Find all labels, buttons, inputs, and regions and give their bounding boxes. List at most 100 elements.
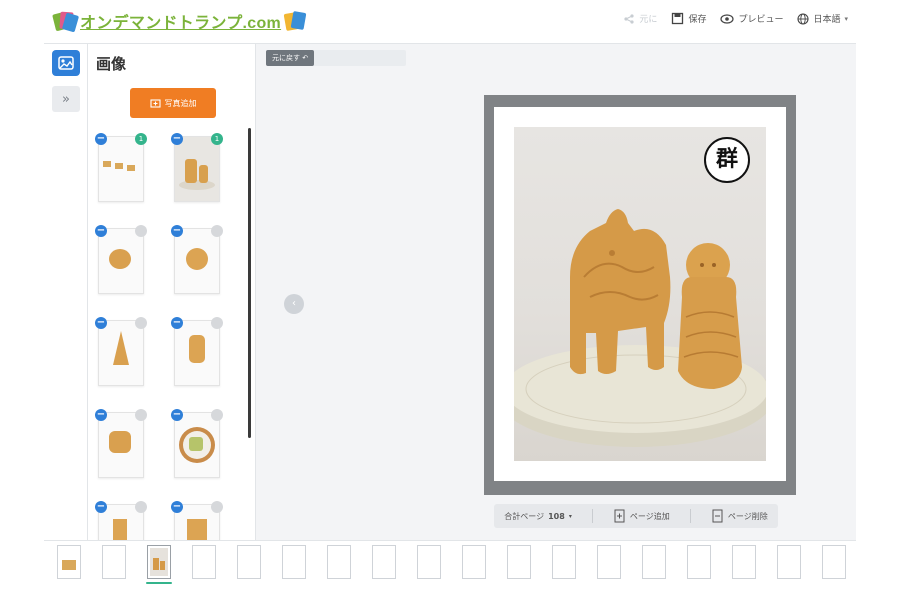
image-thumbnail[interactable]: − 1 — [95, 133, 147, 202]
previous-page-button[interactable]: ‹ — [284, 294, 304, 314]
usage-count-badge: 0 — [135, 317, 147, 329]
image-icon — [58, 56, 74, 70]
sweets-thumbnail-icon — [109, 249, 131, 269]
filmstrip-page[interactable] — [506, 545, 532, 597]
page-thumbnail — [507, 545, 531, 579]
filmstrip-page[interactable] — [461, 545, 487, 597]
filmstrip-page[interactable] — [686, 545, 712, 597]
usage-count-badge: 0 — [211, 225, 223, 237]
filmstrip-page[interactable] — [101, 545, 127, 597]
remove-image-icon[interactable]: − — [95, 501, 107, 513]
card-preview-icon — [150, 548, 168, 576]
filmstrip-page[interactable] — [326, 545, 352, 597]
remove-image-icon[interactable]: − — [95, 317, 107, 329]
image-thumbnail[interactable]: − 0 — [95, 501, 147, 540]
delete-page-button[interactable]: ページ削除 — [712, 509, 768, 523]
image-thumbnail[interactable]: − 0 — [171, 317, 223, 386]
page-thumbnail — [372, 545, 396, 579]
remove-image-icon[interactable]: − — [171, 133, 183, 145]
undo-button[interactable]: 元に戻す ↶ — [266, 50, 315, 66]
usage-count-badge: 1 — [211, 133, 223, 145]
edit-history-bar: 元に戻す ↶ — [266, 50, 406, 66]
save-button[interactable]: 保存 — [671, 12, 706, 25]
remove-image-icon[interactable]: − — [95, 133, 107, 145]
remove-image-icon[interactable]: − — [171, 225, 183, 237]
expand-panel-button[interactable]: » — [52, 86, 80, 112]
page-count-value: 108 — [548, 511, 565, 521]
image-thumbnail[interactable]: − 0 — [95, 317, 147, 386]
usage-count-badge: 0 — [135, 225, 147, 237]
filmstrip-page[interactable] — [731, 545, 757, 597]
filmstrip-page[interactable] — [281, 545, 307, 597]
sweets-thumbnail-icon — [175, 137, 219, 201]
remove-image-icon[interactable]: − — [171, 317, 183, 329]
image-thumbnail[interactable]: − 0 — [95, 409, 147, 478]
panel-title: 画像 — [96, 55, 127, 73]
add-page-button[interactable]: ページ追加 — [614, 509, 670, 523]
image-thumbnail[interactable]: − 0 — [171, 225, 223, 294]
card-badge: 群 — [704, 137, 750, 183]
filmstrip-page[interactable] — [56, 545, 82, 597]
filmstrip-page[interactable] — [551, 545, 577, 597]
chevron-down-icon: ▾ — [568, 512, 572, 520]
page-thumbnail — [687, 545, 711, 579]
filmstrip-page[interactable] — [146, 545, 172, 597]
page-thumbnail — [327, 545, 351, 579]
tool-rail: » — [44, 44, 88, 540]
image-tool-button[interactable] — [52, 50, 80, 76]
add-photo-label: 写真追加 — [164, 98, 197, 108]
sweets-thumbnail-icon — [109, 431, 131, 453]
page-thumbnail — [57, 545, 81, 579]
filmstrip-page[interactable] — [371, 545, 397, 597]
page-thumbnail — [642, 545, 666, 579]
sweets-thumbnail-icon — [113, 331, 129, 365]
filmstrip-page[interactable] — [416, 545, 442, 597]
panel-scrollbar[interactable] — [248, 128, 251, 438]
share-button[interactable]: 元に — [623, 12, 657, 25]
page-count-select[interactable]: 合計ページ 108 ▾ — [504, 511, 572, 522]
image-thumbnail[interactable]: − 0 — [171, 501, 223, 540]
image-thumbnail[interactable]: − 0 — [171, 409, 223, 478]
image-thumbnail[interactable]: − 0 — [95, 225, 147, 294]
divider — [690, 509, 692, 523]
card-face: 群 — [494, 107, 786, 481]
chevron-down-icon: ▾ — [844, 14, 848, 23]
language-select[interactable]: 日本語 ▾ — [797, 12, 848, 25]
add-page-icon — [614, 509, 625, 523]
image-thumbnail[interactable]: − 1 — [171, 133, 223, 202]
page-thumbnail — [282, 545, 306, 579]
card-photo[interactable]: 群 — [514, 127, 766, 461]
eye-icon — [720, 13, 735, 24]
top-header: オンデマンドトランプ.com 元に 保存 プレビュー 日本語 ▾ — [44, 0, 856, 44]
delete-page-label: ページ削除 — [727, 511, 768, 521]
usage-count-badge: 0 — [211, 501, 223, 513]
filmstrip-page[interactable] — [821, 545, 847, 597]
save-label: 保存 — [688, 15, 707, 25]
remove-image-icon[interactable]: − — [171, 501, 183, 513]
filmstrip-page[interactable] — [191, 545, 217, 597]
page-count-label: 合計ページ — [504, 511, 545, 521]
filmstrip-page[interactable] — [236, 545, 262, 597]
card-canvas-frame[interactable]: 群 — [484, 95, 796, 495]
usage-count-badge: 0 — [135, 501, 147, 513]
add-photo-button[interactable]: 写真追加 — [130, 88, 216, 118]
save-icon — [672, 12, 684, 25]
card-preview-icon — [62, 560, 76, 570]
filmstrip-page[interactable] — [641, 545, 667, 597]
filmstrip-page[interactable] — [596, 545, 622, 597]
page-filmstrip — [44, 540, 856, 600]
add-page-label: ページ追加 — [629, 511, 670, 521]
sweets-thumbnail-icon — [189, 335, 205, 363]
logo-cards-icon — [52, 10, 80, 33]
site-logo[interactable]: オンデマンドトランプ.com — [52, 9, 307, 33]
filmstrip-page[interactable] — [776, 545, 802, 597]
usage-count-badge: 0 — [211, 317, 223, 329]
remove-image-icon[interactable]: − — [95, 225, 107, 237]
preview-button[interactable]: プレビュー — [720, 12, 783, 25]
remove-image-icon[interactable]: − — [95, 409, 107, 421]
page-thumbnail — [192, 545, 216, 579]
page-thumbnail — [147, 545, 171, 579]
page-thumbnail — [597, 545, 621, 579]
remove-image-icon[interactable]: − — [171, 409, 183, 421]
delete-page-icon — [712, 509, 723, 523]
